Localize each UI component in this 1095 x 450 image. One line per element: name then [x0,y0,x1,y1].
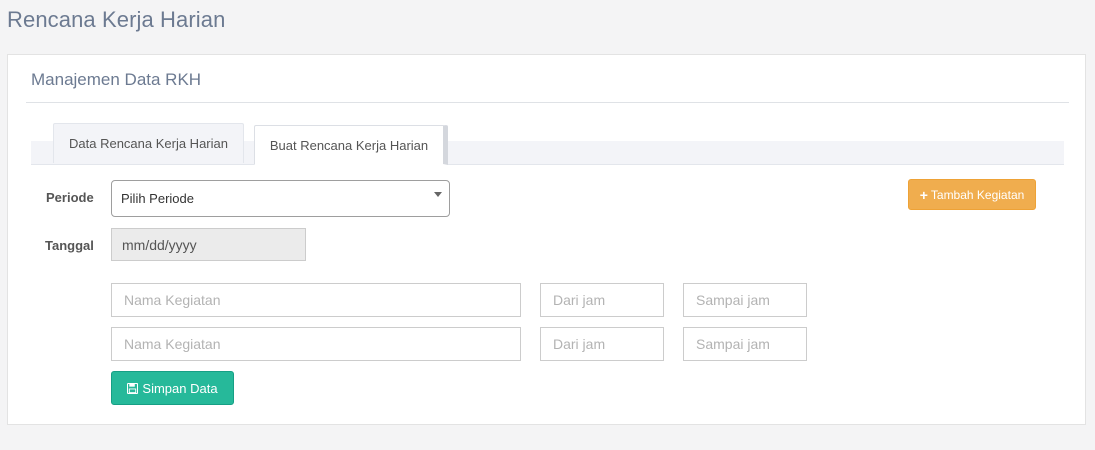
periode-selected-value: Pilih Periode [121,191,194,206]
page-title: Rencana Kerja Harian [7,7,226,32]
tanggal-value: mm/dd/yyyy [122,236,197,253]
periode-select[interactable]: Pilih Periode [111,180,450,217]
dari-jam-placeholder: Dari jam [553,336,606,352]
tab-data-rencana-label: Data Rencana Kerja Harian [69,136,228,151]
rkh-panel: Manajemen Data RKH Data Rencana Kerja Ha… [7,54,1086,425]
tanggal-label: Tanggal [45,238,94,253]
dari-jam-input[interactable]: Dari jam [540,283,664,317]
sampai-jam-placeholder: Sampai jam [696,292,770,308]
simpan-data-label: Simpan Data [142,380,218,396]
nama-kegiatan-placeholder: Nama Kegiatan [124,292,221,308]
floppy-disk-icon [127,382,139,394]
caret-down-icon [434,192,442,197]
plus-icon: + [919,186,928,203]
nama-kegiatan-input[interactable]: Nama Kegiatan [111,283,521,317]
sampai-jam-input[interactable]: Sampai jam [683,283,807,317]
panel-divider [26,102,1069,103]
nama-kegiatan-placeholder: Nama Kegiatan [124,336,221,352]
tanggal-input[interactable]: mm/dd/yyyy [111,228,306,261]
tab-buat-rencana[interactable]: Buat Rencana Kerja Harian [254,125,448,165]
nama-kegiatan-input[interactable]: Nama Kegiatan [111,327,521,361]
sampai-jam-placeholder: Sampai jam [696,336,770,352]
tambah-kegiatan-label: Tambah Kegiatan [930,187,1025,202]
dari-jam-input[interactable]: Dari jam [540,327,664,361]
tambah-kegiatan-button[interactable]: + Tambah Kegiatan [908,179,1036,210]
tab-data-rencana[interactable]: Data Rencana Kerja Harian [53,123,244,163]
sampai-jam-input[interactable]: Sampai jam [683,327,807,361]
simpan-data-button[interactable]: Simpan Data [111,371,234,405]
panel-title: Manajemen Data RKH [31,70,202,89]
tab-buat-rencana-label: Buat Rencana Kerja Harian [269,137,429,153]
dari-jam-placeholder: Dari jam [553,292,606,308]
periode-label: Periode [46,190,94,205]
